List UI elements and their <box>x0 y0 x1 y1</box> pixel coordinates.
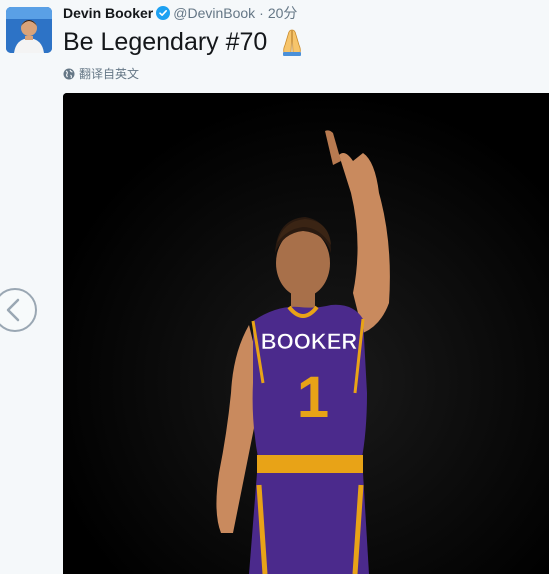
tweet-text: Be Legendary #70 <box>63 26 307 58</box>
avatar[interactable] <box>6 7 52 53</box>
verified-badge-icon <box>156 6 171 20</box>
chevron-left-icon[interactable] <box>0 287 38 333</box>
jersey-number: 1 <box>297 365 329 430</box>
translate-label[interactable]: 翻译自英文 <box>79 65 139 82</box>
tweet-timestamp[interactable]: 20分 <box>268 3 298 23</box>
separator-dot: · <box>259 5 264 21</box>
jersey-name: BOOKER <box>261 329 358 354</box>
tweet-card: Devin Booker @DevinBook · 20分 Be Legenda… <box>0 0 549 574</box>
translate-link[interactable]: 翻译自英文 <box>63 65 139 82</box>
folded-hands-emoji-icon <box>283 29 302 56</box>
tweet-text-content: Be Legendary #70 <box>63 28 268 56</box>
tweet-media-photo[interactable]: BOOKER 1 <box>63 93 549 574</box>
tweet-header: Devin Booker @DevinBook · 20分 <box>63 4 297 22</box>
user-handle[interactable]: @DevinBook <box>173 5 255 21</box>
user-name[interactable]: Devin Booker <box>63 5 153 21</box>
globe-icon <box>63 68 75 79</box>
